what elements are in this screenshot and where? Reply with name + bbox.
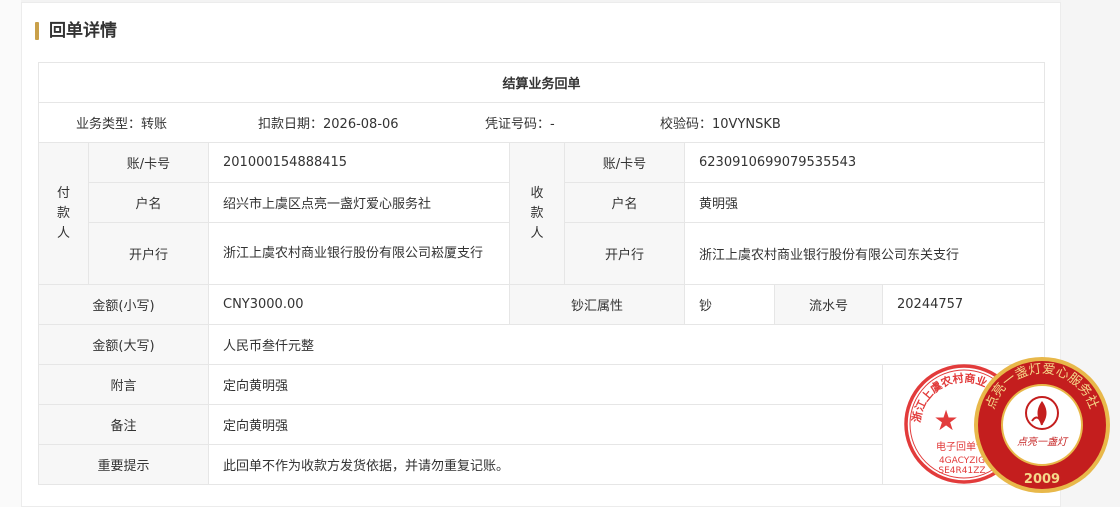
amount-small-label: 金额(小写): [38, 284, 209, 325]
org-seal-year: 2009: [1024, 472, 1060, 487]
remark-label: 备注: [38, 404, 209, 445]
payee-bank-value: 浙江上虞农村商业银行股份有限公司东关支行: [683, 222, 1046, 285]
postscript-label: 附言: [38, 364, 209, 405]
business-type-label: 业务类型：: [76, 117, 142, 132]
payer-name-value: 绍兴市上虞区点亮一盏灯爱心服务社: [208, 182, 510, 223]
serial-number-label: 流水号: [774, 284, 883, 325]
fx-attribute-value: 钞: [684, 284, 775, 325]
payer-bank-value: 浙江上虞农村商业银行股份有限公司崧厦支行: [208, 222, 510, 285]
payee-account-value: 6230910699079535543: [683, 142, 1046, 183]
receipt-heading: 结算业务回单: [37, 62, 1046, 103]
page-title: 回单详情: [35, 20, 117, 42]
voucher-number: 凭证号码：-: [485, 113, 660, 132]
notice-label: 重要提示: [38, 444, 209, 485]
notice-value: 此回单不作为收款方发货依据，并请勿重复记账。: [208, 444, 883, 485]
payee-account-label: 账/卡号: [564, 142, 685, 183]
receipt-table: 结算业务回单 业务类型：转账 扣款日期：2026-08-06 凭证号码：- 校验…: [37, 62, 1046, 485]
business-type: 业务类型：转账: [76, 113, 258, 132]
fx-attribute-label: 钞汇属性: [509, 284, 685, 325]
voucher-number-label: 凭证号码：: [485, 117, 551, 132]
left-gutter: [0, 0, 21, 507]
payee-side-label: 收款人: [509, 142, 565, 285]
debit-date-label: 扣款日期：: [258, 117, 324, 132]
debit-date-value: 2026-08-06: [323, 117, 399, 132]
amount-small-value: CNY3000.00: [208, 284, 510, 325]
remark-value: 定向黄明强: [208, 404, 883, 445]
postscript-value: 定向黄明强: [208, 364, 883, 405]
serial-number-value: 20244757: [881, 284, 1046, 325]
amount-big-value: 人民币叁仟元整: [207, 324, 1046, 365]
debit-date: 扣款日期：2026-08-06: [258, 113, 485, 132]
payer-bank-label: 开户行: [88, 222, 209, 285]
payee-bank-label: 开户行: [564, 222, 685, 285]
payee-name-label: 户名: [564, 182, 685, 223]
voucher-number-value: -: [550, 117, 555, 132]
star-icon: ★: [933, 404, 958, 437]
check-code: 校验码：10VYNSKB: [660, 113, 781, 132]
amount-big-label: 金额(大写): [38, 324, 209, 365]
payer-account-label: 账/卡号: [88, 142, 209, 183]
payee-name-value: 黄明强: [683, 182, 1046, 223]
org-seal-center-text: 点亮一盏灯: [1017, 436, 1069, 448]
receipt-info-row: 业务类型：转账 扣款日期：2026-08-06 凭证号码：- 校验码：10VYN…: [37, 102, 1046, 143]
check-code-label: 校验码：: [660, 117, 713, 132]
business-type-value: 转账: [141, 117, 168, 132]
check-code-value: 10VYNSKB: [712, 117, 781, 132]
org-seal: 点亮一盏灯爱心服务社 点亮一盏灯 2009: [972, 355, 1112, 495]
payer-name-label: 户名: [88, 182, 209, 223]
payer-side-label: 付款人: [38, 142, 89, 285]
payer-account-value: 201000154888415: [208, 142, 510, 183]
